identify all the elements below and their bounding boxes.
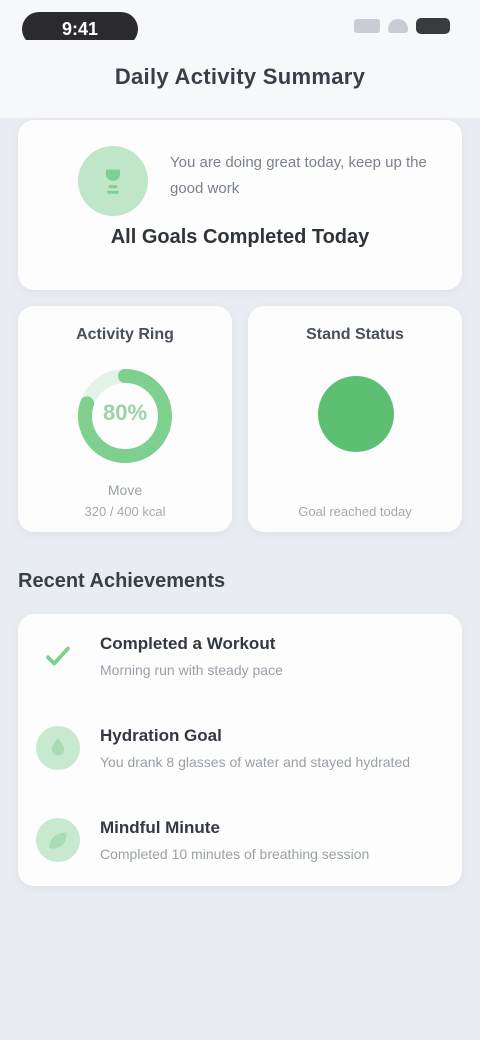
status-icons [354, 18, 450, 34]
checkmark-icon-svg [46, 646, 70, 666]
trophy-icon-svg [105, 169, 121, 194]
summary-description: You are doing great today, keep up the g… [170, 154, 427, 197]
metric-sub-stand: Goal reached today [298, 504, 412, 519]
water-drop-icon-svg [51, 738, 65, 756]
activity-ring: 80% [75, 366, 175, 466]
page-title: Daily Activity Summary [114, 64, 366, 89]
metric-title-stand: Stand Status [306, 326, 404, 343]
battery-icon [416, 18, 450, 34]
metric-sub-move: 320 / 400 kcal [84, 504, 166, 519]
achievement-title: Completed a Workout [100, 634, 276, 653]
achievement-desc: Completed 10 minutes of breathing sessio… [100, 846, 370, 862]
achievement-title: Hydration Goal [100, 726, 222, 745]
list-item[interactable]: Mindful Minute Completed 10 minutes of b… [18, 798, 462, 888]
achievement-title: Mindful Minute [100, 818, 220, 837]
metric-label-move: Move [107, 482, 143, 498]
wifi-icon [388, 19, 408, 33]
ring-value: 80% [102, 400, 148, 425]
stand-status-card[interactable]: Stand Status Goal reached today [248, 306, 462, 532]
checkmark-icon [36, 634, 80, 678]
summary-headline: All Goals Completed Today [110, 226, 370, 248]
activity-ring-card[interactable]: Activity Ring 80% Move 320 / 400 kcal [18, 306, 232, 532]
metric-title-activity: Activity Ring [76, 326, 174, 343]
summary-card[interactable]: You are doing great today, keep up the g… [18, 120, 462, 290]
leaf-icon-svg [49, 832, 67, 849]
list-item[interactable]: Completed a Workout Morning run with ste… [18, 614, 462, 704]
leaf-icon [36, 818, 80, 862]
water-drop-icon [36, 726, 80, 770]
achievement-desc: You drank 8 glasses of water and stayed … [100, 754, 411, 770]
section-title: Recent Achievements [18, 570, 226, 592]
header: Daily Activity Summary [0, 40, 480, 118]
list-item[interactable]: Hydration Goal You drank 8 glasses of wa… [18, 706, 462, 796]
signal-icon [354, 19, 380, 33]
trophy-icon [78, 146, 148, 216]
app-screen: 9:41 Daily Activity Summary You are doin… [0, 0, 480, 1040]
achievements-list: Completed a Workout Morning run with ste… [18, 614, 462, 886]
stand-status-indicator [318, 376, 394, 452]
achievement-desc: Morning run with steady pace [100, 662, 283, 678]
